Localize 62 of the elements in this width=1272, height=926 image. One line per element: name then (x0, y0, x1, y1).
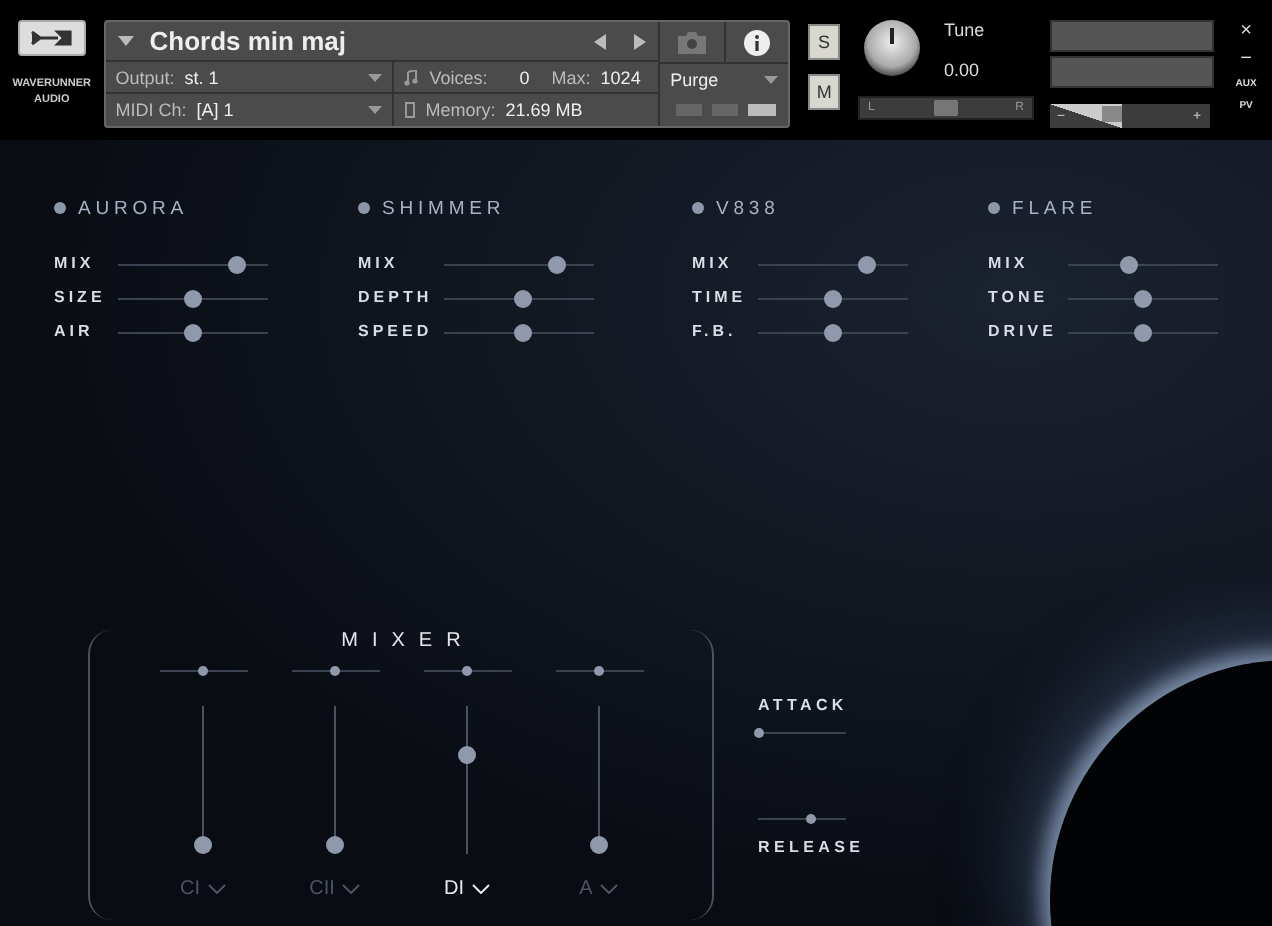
tune-label: Tune (943, 20, 985, 40)
effect-title: FLARE (1012, 197, 1098, 219)
parameter-label: SPEED (358, 320, 433, 344)
mixer-title: MIXER (341, 630, 475, 652)
memory-label: Memory: (425, 100, 496, 120)
section-dot-icon (988, 202, 1000, 214)
chevron-down-icon (600, 884, 619, 894)
caret-icon[interactable] (367, 106, 382, 114)
envelope-slider[interactable] (758, 726, 846, 740)
parameter-label: MIX (692, 252, 735, 276)
parameter-label: TONE (988, 286, 1051, 310)
parameter-label: AIR (54, 320, 96, 344)
camera-icon (677, 31, 706, 53)
envelope-label: RELEASE (758, 838, 865, 856)
parameter-label: DEPTH (358, 286, 433, 310)
parameter-label: TIME (692, 286, 747, 310)
effect-title: SHIMMER (382, 197, 506, 219)
caret-icon[interactable] (367, 73, 382, 81)
parameter-label: DRIVE (988, 320, 1057, 344)
wrench-button[interactable] (17, 20, 86, 56)
caret-icon[interactable] (117, 36, 134, 46)
parameter-label: F.B. (692, 320, 739, 344)
midi-channel-value[interactable]: [A] 1 (196, 100, 234, 120)
chevron-down-icon (472, 884, 490, 894)
voices-value: 0 (517, 67, 530, 87)
next-icon[interactable] (634, 33, 647, 49)
note-icon (403, 69, 420, 85)
channel-selector[interactable]: DI (444, 878, 490, 900)
mute-button[interactable]: M (808, 74, 841, 110)
memory-value: 21.69 MB (505, 100, 583, 120)
tune-knob[interactable] (863, 20, 920, 76)
parameter-label: SIZE (54, 286, 106, 310)
tune-value[interactable]: 0.00 (943, 60, 985, 80)
chevron-down-icon (342, 884, 361, 894)
voices-label: Voices: (429, 67, 488, 87)
parameter-label: MIX (54, 252, 97, 276)
chevron-down-icon (208, 884, 226, 894)
instrument-name[interactable]: Chords min maj (149, 26, 567, 56)
section-dot-icon (54, 202, 66, 214)
envelope-label: ATTACK (758, 696, 850, 714)
volume-handle[interactable] (1101, 106, 1122, 122)
previous-icon[interactable] (594, 33, 607, 49)
effect-title: AURORA (78, 197, 189, 219)
memory-icon (403, 102, 416, 118)
effect-title: V838 (716, 197, 780, 219)
parameter-label: MIX (358, 252, 401, 276)
solo-button[interactable]: S (808, 24, 841, 60)
output-value[interactable]: st. 1 (184, 67, 219, 87)
purge-menu[interactable]: Purge (670, 70, 719, 90)
close-button[interactable]: × (1240, 20, 1252, 42)
parameter-label: MIX (988, 252, 1031, 276)
pan-handle[interactable] (933, 100, 958, 116)
section-dot-icon (358, 202, 370, 214)
caret-icon[interactable] (764, 76, 779, 84)
max-label: Max: (551, 67, 591, 87)
midi-channel-label: MIDI Ch: (115, 100, 187, 120)
output-label: Output: (115, 67, 175, 87)
max-value[interactable]: 1024 (600, 67, 641, 87)
minimize-button[interactable]: − (1240, 48, 1252, 70)
section-dot-icon (692, 202, 704, 214)
indicator-lights-icon (676, 104, 777, 116)
info-icon (743, 29, 770, 55)
